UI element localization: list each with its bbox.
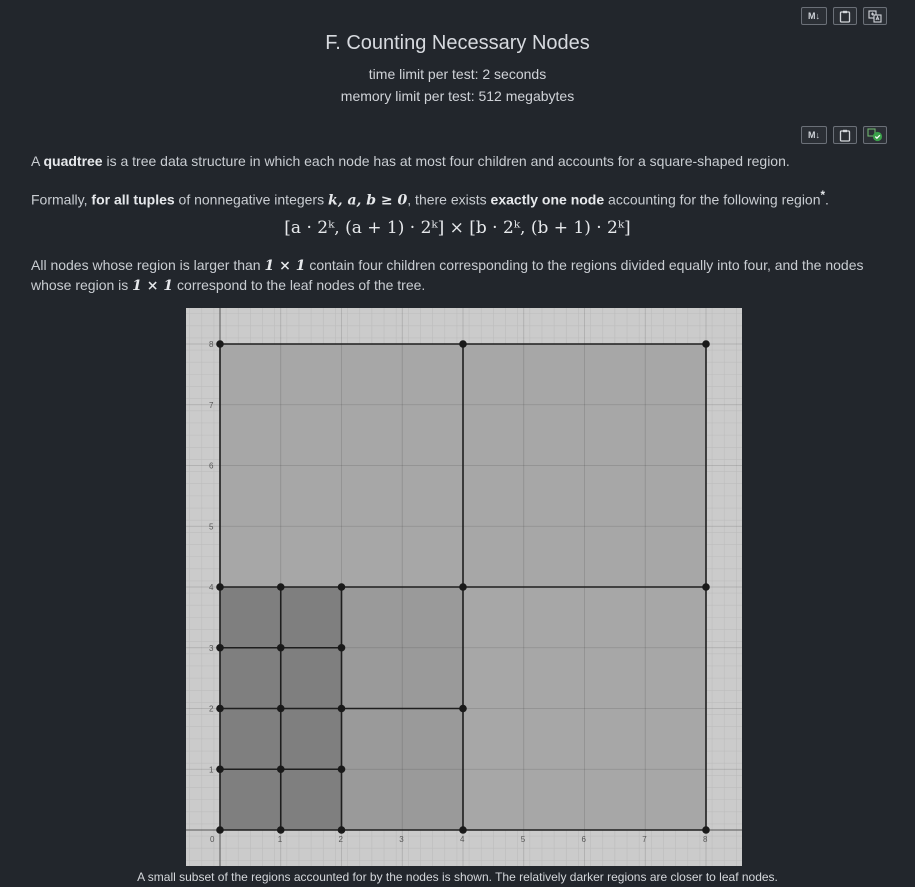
quadtree-diagram: 0 1 2 3 4 5 6 7 8 1 2 3 4 5 6 7 8: [158, 282, 768, 866]
corner-point: [216, 765, 224, 774]
math-inline: 1 × 1: [132, 278, 174, 294]
corner-point: [459, 583, 467, 591]
corner-point: [216, 583, 224, 591]
corner-point: [337, 826, 346, 834]
y-tick-label: 3: [209, 644, 214, 653]
region-square: [280, 769, 342, 830]
emphasis-exactly-one-node: exactly one node: [490, 191, 605, 208]
translate-status-button[interactable]: [863, 126, 887, 144]
corner-point: [702, 340, 710, 348]
corner-point: [276, 826, 285, 834]
y-tick-label: 7: [209, 401, 214, 410]
y-tick-label: 4: [209, 583, 214, 592]
x-tick-label: 0: [210, 835, 215, 844]
corner-point: [337, 704, 346, 713]
math-inline: k, a, b ≥ 0: [328, 192, 408, 209]
y-tick-label: 1: [209, 765, 214, 774]
x-tick-label: 1: [278, 835, 283, 844]
corner-point: [276, 643, 285, 652]
corner-point: [459, 704, 467, 713]
corner-point: [216, 643, 224, 652]
x-tick-label: 4: [460, 835, 465, 844]
translate-icon: [868, 9, 882, 23]
quadtree-figure: 0 1 2 3 4 5 6 7 8 1 2 3 4 5 6 7 8: [158, 282, 768, 866]
corner-point: [337, 643, 346, 652]
time-limit: time limit per test: 2 seconds: [368, 66, 547, 82]
corner-point: [459, 826, 467, 834]
check-icon: [867, 128, 883, 142]
statement-toolbar: M↓: [801, 126, 887, 144]
clipboard-icon: [839, 10, 851, 23]
emphasis-for-all-tuples: for all tuples: [91, 191, 175, 208]
region-square: [220, 769, 281, 830]
x-tick-label: 6: [582, 835, 587, 844]
y-tick-label: 8: [209, 340, 214, 349]
markdown-button[interactable]: M↓: [801, 7, 827, 25]
corner-point: [702, 583, 710, 591]
text: , there exists: [407, 191, 491, 208]
text: All nodes whose region is larger than: [31, 257, 265, 273]
copy-button[interactable]: [833, 7, 857, 25]
corner-point: [337, 583, 346, 591]
copy-button[interactable]: [833, 126, 857, 144]
x-tick-label: 7: [642, 835, 647, 844]
corner-point: [276, 765, 285, 774]
corner-point: [702, 826, 710, 834]
region-square: [220, 708, 281, 770]
text: .: [825, 191, 829, 208]
figure-caption: A small subset of the regions accounted …: [137, 870, 778, 884]
region-formula: [a · 2ᵏ, (a + 1) · 2ᵏ] × [b · 2ᵏ, (b + 1…: [284, 218, 631, 238]
corner-point: [276, 704, 285, 713]
problem-title: F. Counting Necessary Nodes: [325, 32, 590, 54]
text: accounting for the following region: [604, 191, 821, 208]
paragraph-formal: Formally, for all tuples of nonnegative …: [31, 186, 891, 211]
term-quadtree: quadtree: [43, 153, 103, 169]
y-tick-label: 6: [209, 462, 214, 471]
y-tick-label: 2: [209, 705, 214, 714]
region-square: [280, 647, 342, 709]
text: of nonnegative integers: [174, 191, 328, 208]
corner-point: [216, 340, 224, 348]
corner-point: [216, 826, 224, 834]
text: Formally,: [31, 191, 92, 208]
top-toolbar: M↓: [801, 7, 887, 25]
text: correspond to the leaf nodes of the tree…: [173, 277, 426, 293]
corner-point: [459, 340, 467, 348]
text: is a tree data structure in which each n…: [102, 153, 790, 169]
x-tick-label: 5: [521, 835, 526, 844]
translate-button[interactable]: [863, 7, 887, 25]
text: A: [31, 153, 44, 169]
markdown-button[interactable]: M↓: [801, 126, 827, 144]
x-tick-label: 2: [339, 835, 344, 844]
corner-point: [216, 704, 224, 713]
memory-limit: memory limit per test: 512 megabytes: [340, 88, 575, 104]
x-tick-label: 3: [399, 835, 404, 844]
clipboard-icon: [839, 129, 851, 142]
region-square: [280, 587, 342, 648]
x-tick-label: 8: [703, 835, 708, 844]
paragraph-leaves: All nodes whose region is larger than 1 …: [31, 256, 891, 296]
y-tick-label: 5: [209, 522, 214, 531]
corner-point: [337, 765, 346, 774]
corner-point: [276, 583, 285, 591]
region-square: [220, 587, 281, 648]
region-square: [280, 708, 342, 770]
region-square: [220, 647, 281, 709]
math-inline: 1 × 1: [264, 258, 306, 274]
paragraph-quadtree: A quadtree is a tree data structure in w…: [31, 152, 891, 171]
